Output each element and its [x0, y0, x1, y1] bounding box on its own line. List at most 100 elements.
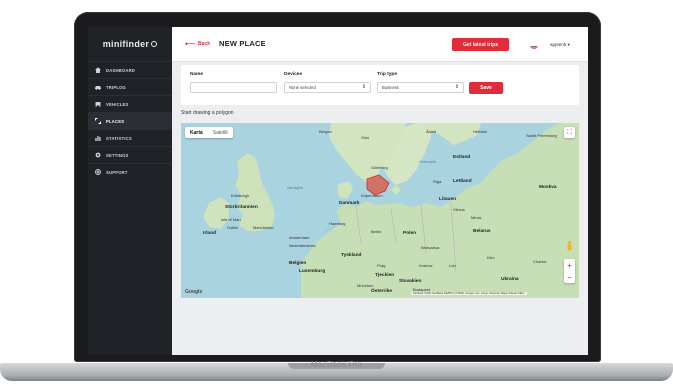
map-label: Amsterdam — [289, 235, 310, 240]
devices-label: Devices — [284, 72, 303, 77]
bar-chart-icon — [95, 135, 101, 141]
name-field[interactable] — [190, 82, 277, 93]
car-icon — [95, 84, 101, 90]
map-label: Köpenhamn — [361, 193, 383, 198]
map-label: Dublin — [227, 225, 239, 230]
sidebar-item-settings[interactable]: SETTINGS — [88, 146, 172, 163]
map-label: Storbritannien — [225, 205, 258, 210]
map-label: Österrike — [371, 289, 393, 294]
map-canvas[interactable]: Karta Satellit ⛶ + − Bergen Oslo Åland H… — [181, 123, 579, 298]
back-label: Back — [198, 41, 210, 47]
places-icon — [95, 118, 101, 124]
app-logo[interactable]: minifinder — [88, 27, 172, 61]
back-link[interactable]: ⟵ Back — [185, 40, 210, 48]
laptop-frame: MacBook Pro minifinder DASHBOARD TRIPLOG — [0, 0, 673, 387]
map-label: München — [357, 283, 374, 288]
map-label: Prag — [377, 263, 386, 268]
sidebar-item-places[interactable]: PLACES — [88, 112, 172, 129]
map-label: Ukraina — [501, 277, 519, 282]
select-caret-icon: ⇕ — [454, 84, 459, 90]
map-label: Charkiv — [533, 259, 547, 264]
map-label: Edinburgh — [231, 193, 250, 198]
page-title: NEW PLACE — [219, 39, 266, 48]
app-logo-text: minifinder — [102, 39, 150, 49]
map-label: Vilnius — [453, 207, 465, 212]
map-label: Warszawa — [421, 245, 440, 250]
map-label: Slovakien — [399, 279, 422, 284]
zoom-out-button[interactable]: − — [564, 271, 575, 283]
map-label: Kiev — [487, 255, 495, 260]
user-menu[interactable]: appten5 ▾ — [550, 42, 570, 48]
sidebar-item-label: TRIPLOG — [106, 84, 127, 90]
sidebar-item-label: SETTINGS — [106, 152, 129, 158]
map-type-karta-button[interactable]: Karta — [185, 127, 208, 138]
home-icon — [95, 67, 101, 73]
sidebar-item-dashboard[interactable]: DASHBOARD — [88, 61, 172, 78]
place-form: Name Devices None selected ⇕ Trip type B… — [181, 65, 579, 105]
get-latest-trips-button[interactable]: Get latest trips — [452, 38, 509, 51]
map-label: Nederländerna — [289, 243, 316, 248]
map-label: Manchester — [253, 225, 274, 230]
map-label: Hamburg — [329, 221, 346, 226]
trip-type-label: Trip type — [377, 72, 397, 77]
sidebar-item-support[interactable]: SUPPORT — [88, 163, 172, 180]
street-view-pegman-icon[interactable] — [566, 241, 573, 251]
uk-flag-icon[interactable] — [530, 41, 538, 49]
map-label: Belgien — [289, 261, 307, 266]
map-label: Helsinki — [473, 129, 488, 134]
map-label: Belarus — [473, 229, 491, 234]
top-bar: ⟵ Back NEW PLACE Get latest trips appten… — [172, 27, 588, 61]
map-label: Bergen — [319, 129, 332, 134]
map-label: Polen — [403, 231, 417, 236]
logo-dot-icon — [151, 41, 158, 47]
map-label: Åland — [426, 129, 437, 134]
trip-type-select[interactable]: Business ⇕ — [377, 82, 464, 93]
trip-type-select-value: Business — [382, 85, 399, 90]
zoom-in-button[interactable]: + — [564, 259, 575, 271]
map-type-satellite-button[interactable]: Satellit — [208, 127, 233, 138]
map-label: Isle of Man — [221, 217, 241, 222]
map-label: Moskva — [539, 185, 557, 190]
fullscreen-icon[interactable]: ⛶ — [564, 127, 575, 138]
map-label: Riga — [433, 179, 442, 184]
gear-icon — [95, 152, 101, 158]
map-label: Danmark — [339, 201, 360, 206]
map-land-shapes — [203, 123, 579, 298]
map-label: Minsk — [471, 215, 482, 220]
map-label: Tyskland — [341, 253, 362, 258]
sidebar-item-label: VEHICLES — [106, 101, 129, 107]
map-label: Luxemburg — [299, 269, 326, 274]
map-label: Litauen — [439, 197, 457, 202]
map-label: Östersjön — [419, 159, 437, 164]
map-label: Estland — [453, 155, 471, 160]
map-label: Irland — [203, 231, 217, 236]
map-label: Kraków — [419, 263, 433, 268]
map-label: Oslo — [361, 135, 370, 140]
save-button[interactable]: Save — [469, 82, 503, 94]
chevron-down-icon: ▾ — [567, 42, 570, 47]
map-label: Lettland — [453, 179, 472, 184]
sidebar-item-label: STATISTICS — [106, 135, 132, 141]
sidebar-item-vehicles[interactable]: VEHICLES — [88, 95, 172, 112]
devices-select[interactable]: None selected ⇕ — [284, 82, 371, 93]
zoom-control: + − — [564, 259, 575, 283]
vehicle-icon — [95, 101, 101, 107]
map-label: Lviv — [449, 263, 457, 268]
google-logo: Google — [185, 289, 203, 295]
support-icon — [95, 169, 101, 175]
user-name: appten5 — [550, 42, 567, 47]
name-label: Name — [190, 72, 204, 77]
map-type-toggle: Karta Satellit — [185, 127, 233, 138]
sidebar-item-triplog[interactable]: TRIPLOG — [88, 78, 172, 95]
map-attribution[interactable]: Kartdata ©2024 GeoBasis-DE/BKG (©2009), … — [411, 292, 527, 295]
polygon-hint: Start drawing a polygon — [181, 110, 234, 116]
drawn-polygon — [366, 174, 390, 196]
sidebar-item-label: SUPPORT — [106, 169, 128, 175]
sidebar-item-label: DASHBOARD — [106, 67, 136, 73]
arrow-left-icon: ⟵ — [185, 41, 196, 48]
sidebar-item-statistics[interactable]: STATISTICS — [88, 129, 172, 146]
map-label: Berlin — [371, 229, 382, 234]
map-label: Göteborg — [371, 165, 388, 170]
laptop-brand: MacBook Pro — [310, 360, 363, 369]
name-input[interactable] — [195, 85, 272, 90]
